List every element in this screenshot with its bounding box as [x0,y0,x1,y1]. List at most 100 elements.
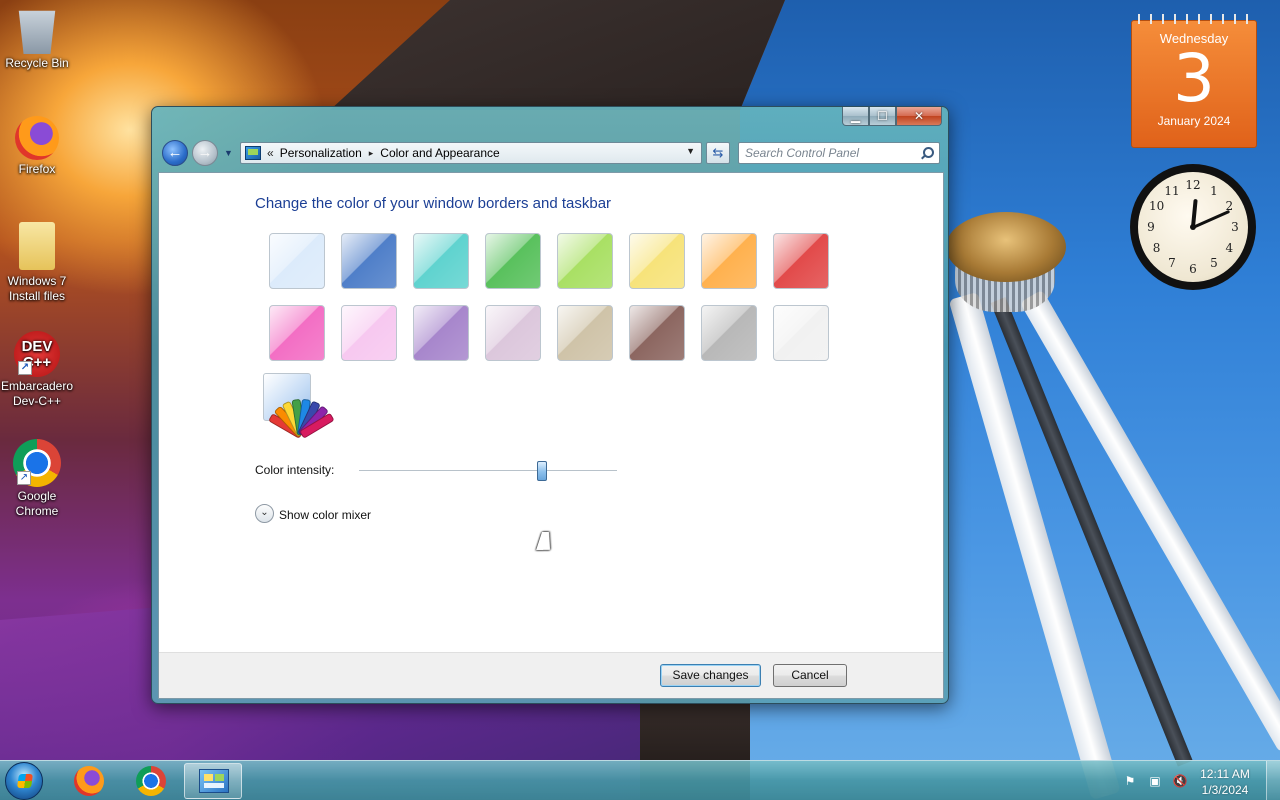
color-swatch-twilight[interactable] [341,233,397,289]
chevron-down-icon: ⌄ [260,507,269,518]
tray-clock[interactable]: 12:11 AM 1/3/2024 [1192,766,1258,798]
folder-icon [19,222,55,270]
desktop-icon-label: Windows 7 Install files [7,274,67,303]
color-swatch-fuchsia[interactable] [269,305,325,361]
breadcrumb-color-appearance[interactable]: Color and Appearance [380,146,499,160]
volume-muted-icon[interactable]: 🔇 [1172,774,1188,788]
desktop-icon-chrome[interactable]: ↗ Google Chrome [0,439,75,519]
color-swatch-frost-white[interactable] [773,305,829,361]
desktop-icon-firefox[interactable]: Firefox [0,116,75,177]
search-input[interactable]: Search Control Panel [738,142,940,164]
devcpp-icon: DEV C++ ↗ [14,331,60,377]
content-pane: Change the color of your window borders … [158,172,944,699]
show-desktop-button[interactable] [1266,761,1280,800]
clock-number: 5 [1210,256,1218,271]
color-swatch-sky[interactable] [269,233,325,289]
clock-number: 6 [1189,262,1197,276]
color-swatch-ruby[interactable] [773,233,829,289]
taskbar-control-panel[interactable] [184,763,242,799]
taskbar-firefox[interactable] [60,763,118,799]
recent-pages-dropdown[interactable]: ▼ [224,148,233,158]
clock-minute-hand [1192,209,1231,229]
refresh-button[interactable]: ⇆ [706,142,730,164]
firefox-icon [15,116,59,160]
close-icon: ✕ [913,109,925,123]
shortcut-arrow-icon: ↗ [17,471,31,485]
color-swatch-sea[interactable] [413,233,469,289]
firefox-icon [74,766,104,796]
color-swatch-blush[interactable] [341,305,397,361]
color-swatch-taupe[interactable] [557,305,613,361]
taskbar-chrome[interactable] [122,763,180,799]
desktop-icon-label: Recycle Bin [5,56,69,70]
address-bar[interactable]: « Personalization ▸ Color and Appearance… [240,142,702,164]
cancel-button[interactable]: Cancel [773,664,847,687]
show-color-mixer-button[interactable]: ⌄ [255,504,274,523]
clock-number: 4 [1225,241,1234,255]
color-palette-icon[interactable] [268,395,335,439]
network-icon[interactable]: ▣ [1147,774,1163,788]
color-swatch-lavender[interactable] [485,305,541,361]
address-dropdown-icon[interactable]: ▼ [686,146,695,156]
breadcrumb-personalization[interactable]: Personalization [280,146,362,160]
color-swatch-leaf[interactable] [485,233,541,289]
tray-time: 12:11 AM [1200,767,1250,781]
color-intensity-slider[interactable] [537,461,548,481]
color-intensity-label: Color intensity: [255,463,335,477]
calendar-gadget[interactable]: Wednesday 3 January 2024 [1131,14,1257,148]
clock-number: 1 [1210,183,1218,198]
save-changes-button[interactable]: Save changes [660,664,761,687]
refresh-icon: ⇆ [712,145,724,160]
breadcrumb-separator-icon[interactable]: ▸ [369,148,374,159]
maximize-icon: ☐ [877,109,888,123]
forward-arrow-icon: → [197,144,213,161]
color-appearance-window[interactable]: ▁ ☐ ✕ ← → ▼ « Personalization ▸ Color an… [151,106,949,704]
desktop-icon-label: Firefox [18,162,56,176]
chrome-icon: ↗ [13,439,61,487]
calendar-day: 3 [1173,40,1215,117]
desktop-icon-devcpp[interactable]: DEV C++ ↗ Embarcadero Dev-C++ [0,331,75,409]
tower-top [946,212,1066,282]
color-intensity-track[interactable] [359,470,617,472]
clock-number: 10 [1148,199,1165,213]
tray-date: 1/3/2024 [1201,783,1249,797]
search-placeholder: Search Control Panel [745,146,860,160]
windows-logo-icon [17,774,33,788]
recycle-bin-icon [18,10,56,54]
show-color-mixer-label[interactable]: Show color mixer [279,508,371,522]
calendar-rings [1131,14,1257,24]
search-icon[interactable] [921,147,934,159]
clock-gadget[interactable]: 12 1 2 3 4 5 6 7 8 9 10 11 [1130,164,1256,290]
color-swatch-violet[interactable] [413,305,469,361]
chrome-icon [136,766,166,796]
close-button[interactable]: ✕ [896,107,942,126]
color-swatch-tangerine[interactable] [701,233,757,289]
color-swatch-frost[interactable] [629,233,685,289]
forward-button[interactable]: → [192,140,218,166]
window-controls: ▁ ☐ ✕ [842,107,942,127]
control-panel-icon [245,146,261,160]
desktop-icon-label: Embarcadero Dev-C++ [0,379,74,408]
color-swatch-chocolate[interactable] [629,305,685,361]
calendar-month: January 2024 [1157,114,1231,128]
taskbar: ⚑ ▣ 🔇 12:11 AM 1/3/2024 [0,760,1280,800]
back-arrow-icon: ← [167,144,183,161]
clock-face: 12 1 2 3 4 5 6 7 8 9 10 11 [1138,172,1248,282]
clock-number: 3 [1231,220,1239,234]
dialog-footer: Save changes Cancel [159,652,943,698]
color-swatch-slate[interactable] [701,305,757,361]
page-title: Change the color of your window borders … [255,195,612,212]
maximize-button[interactable]: ☐ [869,107,896,126]
color-swatch-lime[interactable] [557,233,613,289]
desktop-icon-recycle-bin[interactable]: Recycle Bin [0,6,75,71]
desktop-icon-label: Google Chrome [15,489,59,518]
minimize-button[interactable]: ▁ [842,107,869,126]
back-button[interactable]: ← [162,140,188,166]
overflow-chevron[interactable]: « [267,146,274,160]
action-center-flag-icon[interactable]: ⚑ [1122,774,1138,788]
start-button[interactable] [5,762,43,800]
clock-pivot [1190,224,1196,230]
desktop-icon-install-files[interactable]: Windows 7 Install files [0,222,75,304]
clock-number: 8 [1152,241,1161,255]
clock-number: 7 [1168,256,1176,271]
